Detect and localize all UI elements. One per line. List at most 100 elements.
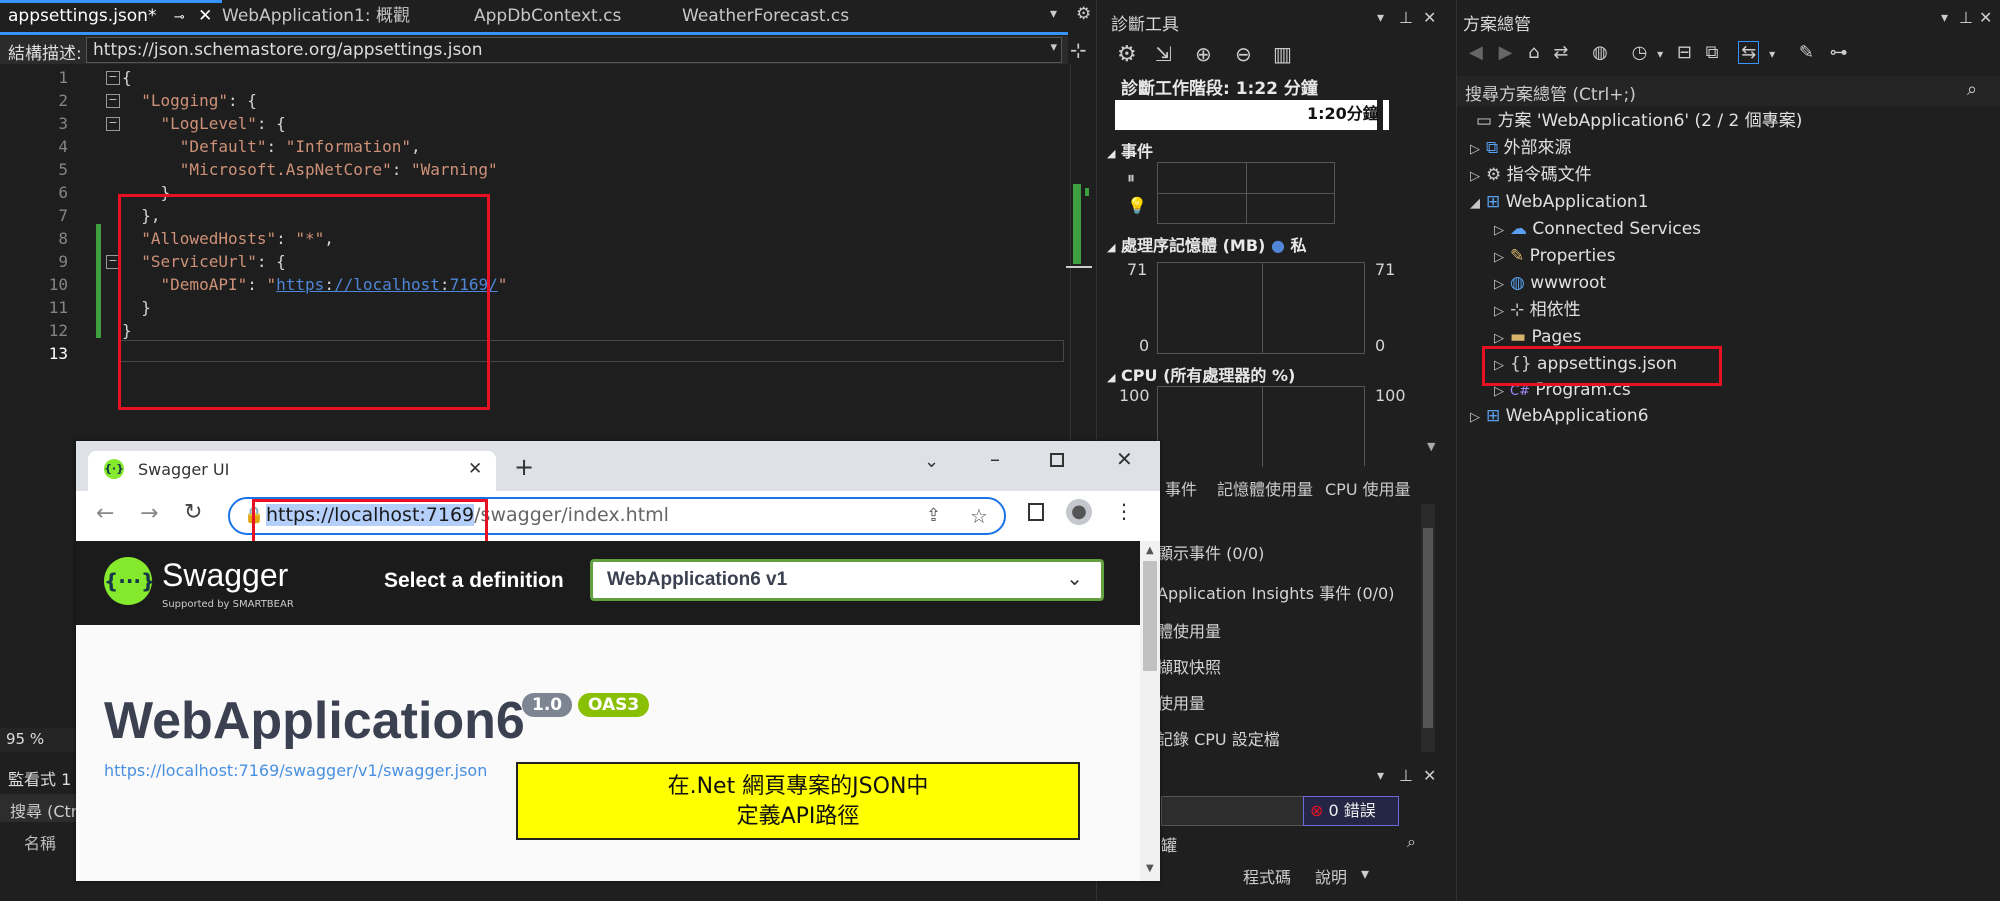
panel-menu-icon[interactable]: ▾ [1377,10,1384,26]
pin-icon[interactable]: ⊸ [174,10,185,25]
browser-tab[interactable]: {·} Swagger UI ✕ [88,451,496,491]
chevron-down-icon[interactable]: ▾ [1361,864,1369,883]
scroll-down-icon[interactable]: ▼ [1146,863,1154,874]
back-icon[interactable]: ← [96,501,114,526]
chevron-down-icon[interactable]: ▾ [1657,47,1663,61]
solution-root[interactable]: ▭ 方案 'WebApplication6' (2 / 2 個專案) [1476,108,1802,134]
home-icon[interactable]: ⌂ [1528,42,1539,63]
scroll-thumb[interactable] [1423,528,1433,728]
preview-icon[interactable]: ⊶ [1830,42,1848,63]
cpu-header[interactable]: ◢ CPU (所有處理器的 %) [1107,362,1295,386]
watch-search[interactable]: 搜尋 (Ctr [0,794,78,822]
chevron-down-icon[interactable]: ▾ [1769,47,1775,61]
pin-icon[interactable]: ⊥ [1399,766,1413,785]
fold-icon[interactable]: − [106,94,120,108]
expand-icon[interactable]: ▷ [1470,405,1486,431]
close-icon[interactable]: ✕ [1979,8,1992,27]
spec-link[interactable]: https://localhost:7169/swagger/v1/swagge… [104,761,487,780]
panel-menu-icon[interactable]: ▾ [1941,10,1948,26]
new-tab-icon[interactable]: + [514,453,534,481]
gear-icon[interactable]: ⚙ [1076,4,1091,24]
tab-appsettings[interactable]: appsettings.json* ⊸ ✕ [0,0,222,35]
browser-scrollbar[interactable]: ▲ ▼ [1140,541,1160,881]
pin-icon[interactable]: ⊥ [1399,8,1413,27]
search-icon[interactable]: ⌕ [1407,832,1416,852]
subtab-cpu[interactable]: CPU 使用量 [1325,476,1411,500]
list-item[interactable]: 擷取快照 [1157,654,1221,678]
definition-select[interactable]: WebApplication6 v1 ⌄ [590,559,1104,601]
tree-item-wwwroot[interactable]: ▷ ◍ wwwroot [1494,270,1606,296]
subtab-events[interactable]: 事件 [1165,476,1197,500]
profile-icon[interactable]: ● [1066,499,1092,525]
tab-overflow-icon[interactable]: ▾ [1050,6,1057,22]
list-item[interactable]: 顯示事件 (0/0) [1157,540,1264,564]
tree-item-webapp6[interactable]: ▷ ⊞ WebApplication6 [1470,403,1649,429]
list-item[interactable]: 體使用量 [1157,618,1221,642]
collapse-icon[interactable]: ⊟ [1677,42,1692,63]
split-icon[interactable]: ⊹ [1070,38,1087,62]
close-window-icon[interactable]: ✕ [1116,447,1133,471]
tab-appdbcontext[interactable]: AppDbContext.cs [466,0,682,32]
close-icon[interactable]: ✕ [198,6,212,26]
diag-scrollbar[interactable]: ▼ [1427,40,1441,460]
expand-icon[interactable]: ▷ [1494,299,1510,325]
reload-icon[interactable]: ↻ [184,500,202,525]
col-code[interactable]: 程式碼 [1243,864,1291,888]
maximize-icon[interactable] [1050,453,1064,467]
export-icon[interactable]: ⇲ [1155,42,1172,66]
chart-icon[interactable]: ▥ [1273,42,1292,66]
timeline-left-handle[interactable] [1109,100,1115,130]
globe-icon[interactable]: ◍ [1592,42,1608,63]
tree-item-scripts[interactable]: ▷ ⚙ 指令碼文件 [1470,162,1592,188]
list-item[interactable]: 使用量 [1157,690,1205,714]
tab-overview[interactable]: WebApplication1: 概觀 [214,0,474,32]
zoom-in-icon[interactable]: ⊕ [1195,42,1212,66]
close-icon[interactable]: ✕ [468,459,482,479]
expand-icon[interactable]: ▷ [1470,164,1486,190]
expand-icon[interactable]: ▷ [1494,245,1510,271]
list-scrollbar[interactable] [1421,504,1435,752]
pin-icon[interactable]: ⊥ [1959,8,1973,27]
scroll-thumb[interactable] [1143,561,1157,671]
panel-menu-icon[interactable]: ▾ [1377,768,1384,784]
expand-icon[interactable]: ▷ [1494,272,1510,298]
tree-item-connected[interactable]: ▷ ☁ Connected Services [1494,216,1701,242]
minimize-icon[interactable]: – [990,447,1000,471]
search-icon[interactable]: ⌕ [1967,79,1977,100]
share-icon[interactable]: ⇪ [926,505,941,526]
scroll-up-icon[interactable]: ▲ [1146,545,1154,556]
forward-icon[interactable]: → [140,501,158,526]
list-item[interactable]: 記錄 CPU 設定檔 [1157,726,1280,750]
tree-item-external[interactable]: ▷ ⧉ 外部來源 [1470,135,1572,161]
expand-icon[interactable]: ▷ [1494,218,1510,244]
forward-icon[interactable]: ▶ [1499,42,1513,63]
events-header[interactable]: ◢ 事件 [1107,138,1153,162]
memory-header[interactable]: ◢ 處理序記憶體 (MB) ● 私 [1107,232,1307,256]
collapse-icon[interactable]: ◢ [1470,191,1486,217]
tree-item-dependencies[interactable]: ▷ ⊹ 相依性 [1494,297,1581,323]
scroll-thumb[interactable] [1073,184,1081,264]
copy-icon[interactable]: ⧉ [1706,42,1719,63]
sync-icon[interactable]: ⇆ [1738,41,1760,64]
close-icon[interactable]: ✕ [1423,766,1436,785]
schema-dropdown[interactable]: https://json.schemastore.org/appsettings… [86,37,1062,63]
tree-item-webapp1[interactable]: ◢ ⊞ WebApplication1 [1470,189,1649,215]
errors-filter-button[interactable]: ⊗ 0 錯誤 [1303,796,1399,826]
star-icon[interactable]: ☆ [970,504,988,528]
settings-icon[interactable]: ⚙ [1117,42,1137,67]
chevron-down-icon[interactable]: ⌄ [924,451,939,472]
error-search-text[interactable]: 罐 [1161,832,1177,856]
wrench-icon[interactable]: ✎ [1799,42,1814,63]
zoom-level[interactable]: 95 % [6,730,44,748]
back-icon[interactable]: ◀ [1469,42,1483,63]
fold-icon[interactable]: − [106,71,120,85]
sidepanel-icon[interactable] [1028,503,1044,521]
switch-view-icon[interactable]: ⇄ [1553,42,1568,63]
solution-search[interactable]: 搜尋方案總管 (Ctrl+;) ⌕ [1457,76,2000,106]
close-icon[interactable]: ✕ [1423,8,1436,27]
fold-icon[interactable]: − [106,117,120,131]
zoom-out-icon[interactable]: ⊖ [1235,42,1252,66]
tree-item-properties[interactable]: ▷ ✎ Properties [1494,243,1616,269]
timeline-ruler[interactable]: 1:20分鐘 [1109,100,1389,130]
col-description[interactable]: 說明 [1315,864,1347,888]
